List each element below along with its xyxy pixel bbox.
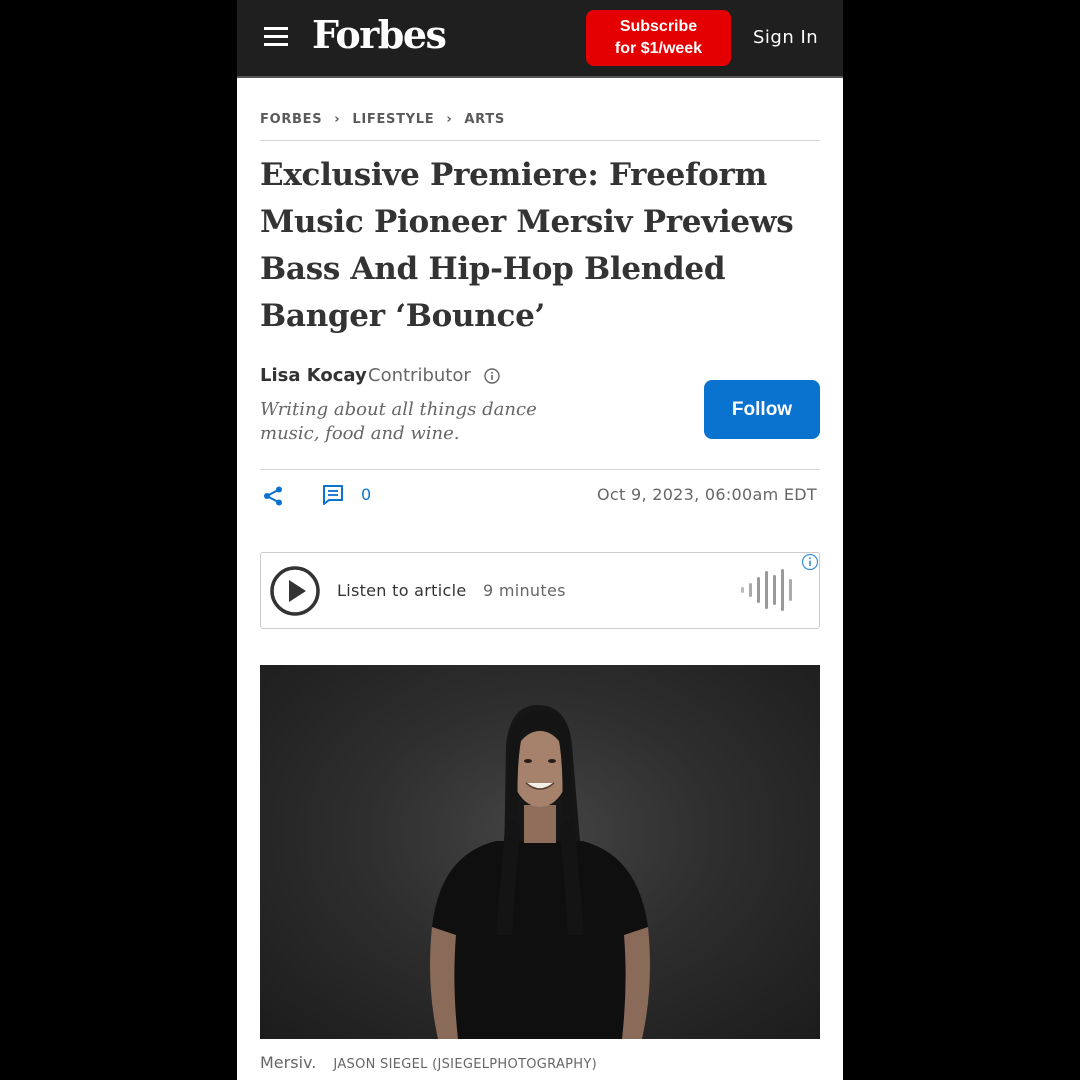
audio-waveform-icon (741, 569, 792, 611)
comment-count[interactable]: 0 (361, 485, 371, 504)
play-icon[interactable] (269, 565, 321, 617)
subscribe-button[interactable]: Subscribe for $1/week (586, 10, 731, 66)
ad-info-icon[interactable] (801, 553, 819, 571)
chevron-right-icon: › (446, 112, 453, 127)
listen-to-article-player[interactable]: Listen to article 9 minutes (260, 552, 820, 629)
forbes-logo[interactable]: Forbes (312, 12, 447, 57)
info-icon[interactable] (484, 368, 500, 384)
publish-date: Oct 9, 2023, 06:00am EDT (597, 485, 817, 504)
photo-caption: Mersiv. JASON SIEGEL (JSIEGELPHOTOGRAPHY… (260, 1053, 597, 1072)
photo-credit: JASON SIEGEL (JSIEGELPHOTOGRAPHY) (333, 1057, 597, 1072)
divider (260, 469, 820, 470)
listen-duration: 9 minutes (483, 581, 566, 600)
comments-icon[interactable] (322, 484, 344, 506)
author-name[interactable]: Lisa Kocay (260, 365, 367, 386)
listen-label: Listen to article (337, 581, 467, 600)
portrait-figure (430, 705, 650, 1039)
caption-text: Mersiv. (260, 1053, 317, 1072)
top-navigation-bar: Forbes Subscribe for $1/week Sign In (237, 0, 843, 78)
sign-in-link[interactable]: Sign In (753, 27, 818, 48)
author-role: Contributor (368, 365, 471, 386)
article-page: Forbes Subscribe for $1/week Sign In FOR… (237, 0, 843, 1080)
subscribe-label-line1: Subscribe (619, 18, 698, 35)
subscribe-label-line2: for $1/week (614, 40, 703, 57)
follow-button[interactable]: Follow (704, 380, 820, 439)
breadcrumb-item-arts[interactable]: ARTS (464, 112, 505, 127)
breadcrumb: FORBES › LIFESTYLE › ARTS (260, 112, 820, 141)
hero-photo (260, 665, 820, 1039)
author-bio: Writing about all things dance music, fo… (260, 399, 537, 444)
article-title: Exclusive Premiere: Freeform Music Pione… (260, 157, 794, 334)
chevron-right-icon: › (334, 112, 341, 127)
breadcrumb-item-lifestyle[interactable]: LIFESTYLE (352, 112, 434, 127)
breadcrumb-item-forbes[interactable]: FORBES (260, 112, 322, 127)
share-icon[interactable] (262, 485, 284, 507)
hamburger-menu-icon[interactable] (264, 27, 288, 49)
